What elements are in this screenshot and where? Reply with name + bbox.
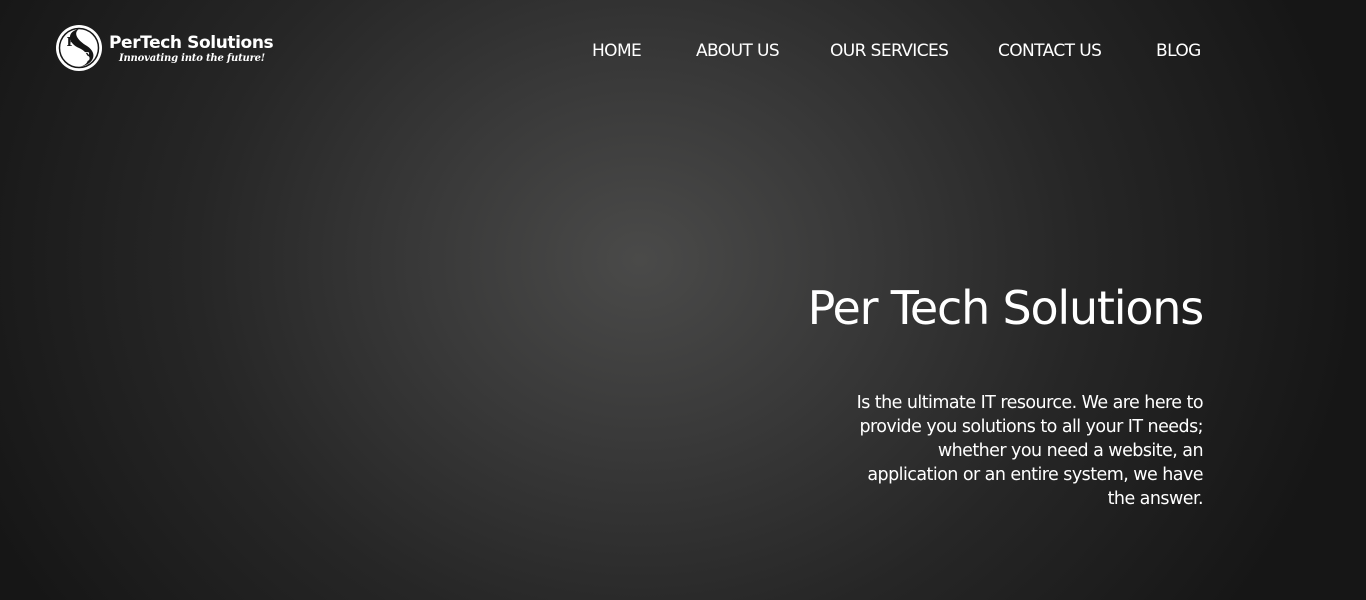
nav-blog[interactable]: BLOG [1156,38,1201,64]
hero-description-line: Is the ultimate IT resource. We are here… [856,393,1204,413]
nav-about-us[interactable]: ABOUT US [696,38,780,64]
hero-description: Is the ultimate IT resource. We are here… [763,391,1204,511]
hero-description-line: the answer. [1107,489,1204,509]
hero-description-line: application or an entire system, we have [867,465,1203,485]
nav-our-services[interactable]: OUR SERVICES [830,38,949,64]
main-nav: HOME ABOUT US OUR SERVICES CONTACT US BL… [0,38,1366,64]
hero-title: Per Tech Solutions [807,281,1205,335]
hero-description-line: provide you solutions to all your IT nee… [859,417,1203,437]
hero-description-line: whether you need a website, an [937,441,1204,461]
nav-home[interactable]: HOME [592,38,642,64]
nav-contact-us[interactable]: CONTACT US [998,38,1102,64]
